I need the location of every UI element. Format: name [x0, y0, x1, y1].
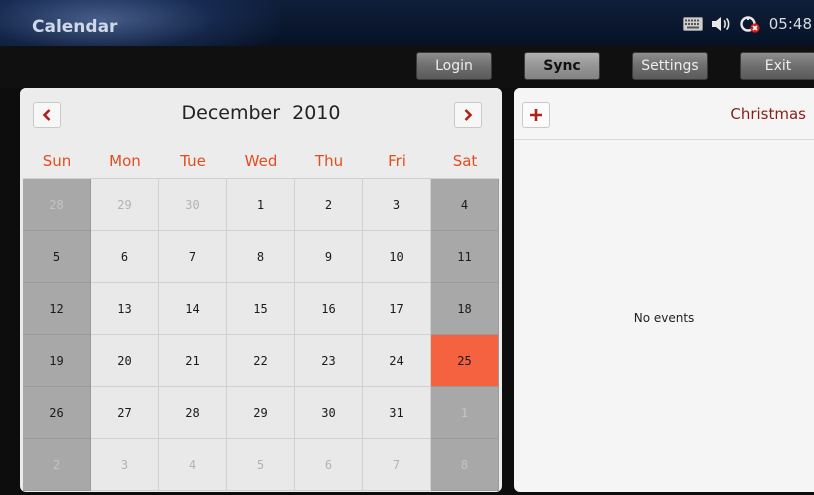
events-panel: Christmas No events — [514, 88, 814, 492]
day-cell[interactable]: 2 — [23, 439, 91, 491]
chevron-right-icon — [464, 109, 473, 121]
next-month-button[interactable] — [454, 102, 482, 128]
day-cell-selected[interactable]: 25 — [431, 335, 499, 387]
day-cell[interactable]: 26 — [23, 387, 91, 439]
exit-button[interactable]: Exit — [740, 52, 814, 80]
day-cell[interactable]: 18 — [431, 283, 499, 335]
day-cell[interactable]: 14 — [159, 283, 227, 335]
weekday-label: Mon — [109, 152, 141, 170]
day-cell[interactable]: 19 — [23, 335, 91, 387]
day-cell[interactable]: 12 — [23, 283, 91, 335]
weekday-label: Fri — [388, 152, 406, 170]
login-button[interactable]: Login — [416, 52, 492, 80]
day-cell[interactable]: 28 — [23, 179, 91, 231]
day-cell[interactable]: 6 — [91, 231, 159, 283]
day-cell[interactable]: 16 — [295, 283, 363, 335]
day-cell[interactable]: 20 — [91, 335, 159, 387]
day-cell[interactable]: 7 — [363, 439, 431, 491]
day-cell[interactable]: 27 — [91, 387, 159, 439]
weekday-label: Sun — [42, 152, 72, 170]
title-bar: Calendar 05:48 — [0, 0, 814, 46]
day-cell[interactable]: 3 — [91, 439, 159, 491]
day-cell[interactable]: 4 — [431, 179, 499, 231]
day-cell[interactable]: 1 — [431, 387, 499, 439]
clock: 05:48 — [768, 15, 812, 33]
day-cell[interactable]: 1 — [227, 179, 295, 231]
weekday-label: Sat — [452, 152, 478, 170]
volume-icon[interactable] — [711, 16, 731, 32]
toolbar: Login Sync Settings Exit — [0, 46, 814, 88]
day-cell[interactable]: 3 — [363, 179, 431, 231]
day-cell[interactable]: 11 — [431, 231, 499, 283]
network-off-icon[interactable] — [739, 15, 761, 33]
month-grid: 28 29 30 1 2 3 4 5 6 7 8 9 10 11 12 13 14 15 16 17 18 19 20 21 2… — [23, 178, 499, 491]
day-cell[interactable]: 29 — [91, 179, 159, 231]
day-cell[interactable]: 28 — [159, 387, 227, 439]
day-cell[interactable]: 15 — [227, 283, 295, 335]
day-cell[interactable]: 30 — [159, 179, 227, 231]
keyboard-icon[interactable] — [682, 17, 703, 31]
status-tray: 05:48 — [682, 12, 814, 36]
day-cell[interactable]: 2 — [295, 179, 363, 231]
app-title: Calendar — [32, 17, 118, 37]
month-title: December 2010 — [181, 102, 341, 124]
day-cell[interactable]: 6 — [295, 439, 363, 491]
day-cell[interactable]: 4 — [159, 439, 227, 491]
calendar-header: December 2010 — [20, 88, 502, 136]
day-cell[interactable]: 17 — [363, 283, 431, 335]
day-cell[interactable]: 29 — [227, 387, 295, 439]
sync-button[interactable]: Sync — [524, 52, 600, 80]
day-cell[interactable]: 10 — [363, 231, 431, 283]
weekday-label: Wed — [244, 152, 278, 170]
no-events-text: No events — [633, 311, 695, 325]
day-cell[interactable]: 30 — [295, 387, 363, 439]
day-cell[interactable]: 5 — [23, 231, 91, 283]
weekday-header: Sun Mon Tue Wed Thu Fri Sat — [23, 144, 499, 178]
day-cell[interactable]: 21 — [159, 335, 227, 387]
settings-button[interactable]: Settings — [632, 52, 708, 80]
day-cell[interactable]: 8 — [431, 439, 499, 491]
day-cell[interactable]: 24 — [363, 335, 431, 387]
calendar-panel: December 2010 Sun Mon Tue Wed Thu Fri Sat 28 29… — [20, 88, 502, 492]
plus-icon — [530, 109, 542, 121]
day-cell[interactable]: 9 — [295, 231, 363, 283]
day-cell[interactable]: 31 — [363, 387, 431, 439]
weekday-label: Tue — [180, 152, 206, 170]
weekday-label: Thu — [314, 152, 344, 170]
day-cell[interactable]: 5 — [227, 439, 295, 491]
events-header: Christmas — [514, 88, 814, 140]
day-cell[interactable]: 22 — [227, 335, 295, 387]
selected-day-label: Christmas — [730, 105, 806, 123]
day-cell[interactable]: 8 — [227, 231, 295, 283]
add-event-button[interactable] — [522, 102, 550, 128]
day-cell[interactable]: 13 — [91, 283, 159, 335]
day-cell[interactable]: 23 — [295, 335, 363, 387]
day-cell[interactable]: 7 — [159, 231, 227, 283]
